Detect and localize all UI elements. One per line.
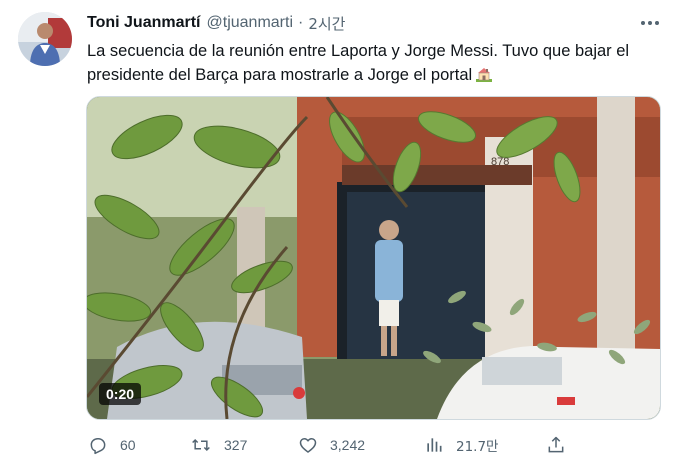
- reply-button[interactable]: 60: [88, 430, 136, 460]
- heart-icon: [299, 438, 317, 453]
- tweet-timestamp[interactable]: 2시간: [308, 13, 345, 34]
- retweet-count: 327: [224, 437, 248, 453]
- share-button[interactable]: [546, 430, 566, 460]
- header-separator: ·: [298, 14, 304, 31]
- reply-count: 60: [120, 437, 136, 453]
- avatar[interactable]: [18, 12, 72, 66]
- tweet-header: Toni Juanmartí @tjuanmarti · 2시간: [87, 12, 345, 34]
- house-with-garden-icon: [476, 68, 493, 82]
- like-button[interactable]: 3,242: [298, 430, 365, 460]
- retweet-button[interactable]: 327: [190, 430, 247, 460]
- tweet-card[interactable]: Toni Juanmartí @tjuanmarti · 2시간 La secu…: [0, 0, 700, 464]
- video-player[interactable]: 878 0:20: [86, 96, 661, 420]
- retweet-icon: [192, 438, 210, 452]
- more-options-button[interactable]: [636, 12, 664, 34]
- author-display-name[interactable]: Toni Juanmartí: [87, 14, 201, 32]
- video-duration-badge: 0:20: [99, 383, 142, 405]
- author-handle[interactable]: @tjuanmarti: [207, 14, 294, 32]
- tweet-text: La secuencia de la reunión entre Laporta…: [87, 39, 672, 87]
- view-count: 21.7만: [456, 439, 499, 455]
- reply-icon: [90, 438, 106, 455]
- more-dots-icon: [641, 21, 659, 25]
- tweet-text-line-2: presidente del Barça para mostrarle a Jo…: [87, 63, 672, 87]
- views-chart-icon: [427, 438, 442, 452]
- like-count: 3,242: [330, 437, 366, 453]
- views-button[interactable]: 21.7만: [424, 430, 498, 460]
- tweet-text-line-1: La secuencia de la reunión entre Laporta…: [87, 42, 630, 60]
- tweet-action-bar: 60 327 3,242 21.7만: [0, 430, 700, 460]
- share-icon: [548, 436, 564, 453]
